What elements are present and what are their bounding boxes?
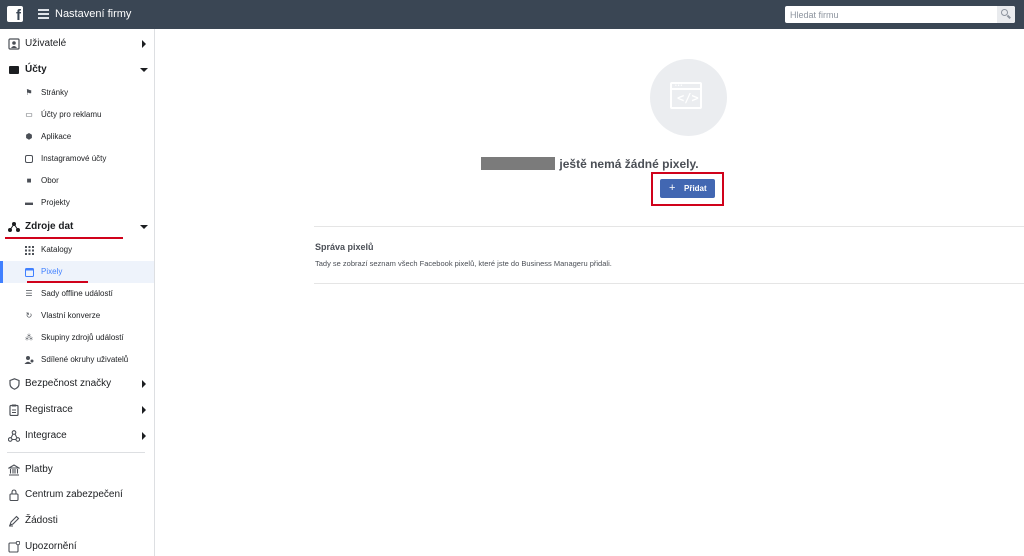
pen-icon [8,515,20,527]
chevron-down-icon [140,225,148,229]
sidebar-subitem-instagram[interactable]: Instagramové účty [0,148,154,170]
bank-icon [8,464,20,476]
chevron-down-icon [140,68,148,72]
divider [7,452,145,453]
flag-icon: ⚑ [25,88,33,97]
search-input[interactable] [785,6,997,23]
redacted-business-name [481,157,556,171]
page-title: Nastavení firmy [55,8,132,20]
ad-account-icon: ▭ [25,110,33,119]
event-group-icon: ⁂ [25,333,33,342]
menu-icon[interactable] [38,9,49,19]
folder-icon: ▬ [25,198,33,207]
data-sources-icon [8,221,20,233]
sidebar-item-security-center[interactable]: Centrum zabezpečení [0,484,154,506]
instagram-icon [24,154,34,164]
sidebar-item-accounts[interactable]: Účty [0,59,154,81]
search-button[interactable] [997,6,1015,23]
grid-icon [24,245,34,255]
sidebar-item-payments[interactable]: Platby [0,459,154,481]
integration-icon [8,430,20,442]
top-bar: f Nastavení firmy [0,0,1024,29]
empty-state-message: ještě nemá žádné pixely. [156,155,1024,173]
sidebar-subitem-offline-events[interactable]: ☰ Sady offline událostí [0,283,154,305]
divider [314,226,1024,227]
sidebar: Uživatelé Účty ⚑ Stránky ▭ Účty pro rekl… [0,29,155,556]
sidebar-item-integrations[interactable]: Integrace [0,425,154,447]
divider [314,283,1024,284]
facebook-logo-icon[interactable]: f [7,6,23,24]
sidebar-subitem-apps[interactable]: ⬢ Aplikace [0,126,154,148]
shield-icon [8,378,20,390]
sidebar-subitem-catalogs[interactable]: Katalogy [0,239,154,261]
sidebar-subitem-shared-audiences[interactable]: Sdílené okruhy uživatelů [0,349,154,371]
plus-icon: + [669,182,676,194]
search-box [785,6,1015,23]
briefcase-icon [8,64,20,76]
briefcase-small-icon: ■ [26,176,32,185]
sidebar-item-users[interactable]: Uživatelé [0,33,154,55]
cube-icon: ⬢ [25,132,33,141]
code-window-icon: ••• </> [670,82,702,109]
sidebar-item-data-sources[interactable]: Zdroje dat [0,216,154,238]
chevron-right-icon [142,380,146,388]
sidebar-subitem-ad-accounts[interactable]: ▭ Účty pro reklamu [0,104,154,126]
chevron-right-icon [142,40,146,48]
sidebar-subitem-event-source-groups[interactable]: ⁂ Skupiny zdrojů událostí [0,327,154,349]
sidebar-subitem-pixels[interactable]: Pixely [0,261,154,283]
refresh-icon: ↻ [25,311,33,320]
sidebar-subitem-pages[interactable]: ⚑ Stránky [0,82,154,104]
users-icon [8,38,20,50]
sidebar-subitem-custom-conversions[interactable]: ↻ Vlastní konverze [0,305,154,327]
sidebar-item-brand-safety[interactable]: Bezpečnost značky [0,373,154,395]
pixel-icon [24,267,34,277]
sidebar-item-notifications[interactable]: Upozornění [0,536,154,556]
shared-users-icon [24,355,34,365]
stack-icon: ☰ [25,289,33,298]
chevron-right-icon [142,432,146,440]
clipboard-icon [8,404,20,416]
empty-state-illustration: ••• </> [650,59,727,136]
sidebar-item-requests[interactable]: Žádosti [0,510,154,532]
add-pixel-button[interactable]: + Přidat [660,179,715,198]
section-title: Správa pixelů [315,242,374,252]
chevron-right-icon [142,406,146,414]
sidebar-item-registrations[interactable]: Registrace [0,399,154,421]
sidebar-subitem-line-of-business[interactable]: ■ Obor [0,170,154,192]
section-description: Tady se zobrazí seznam všech Facebook pi… [315,259,612,268]
lock-icon [8,489,20,501]
sidebar-subitem-projects[interactable]: ▬ Projekty [0,192,154,214]
notification-icon [8,541,20,553]
